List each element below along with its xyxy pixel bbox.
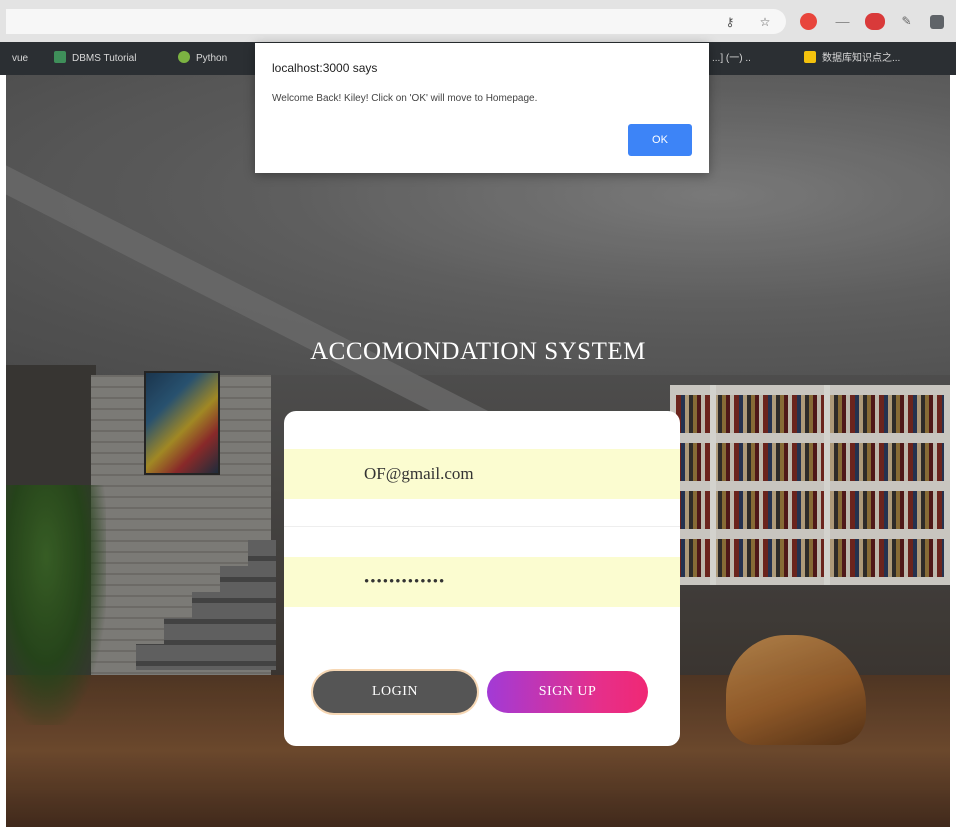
bookmark-label: ...] (一) .. (712, 53, 751, 64)
page-title: ACCOMONDATION SYSTEM (310, 338, 646, 365)
bookmark-vue[interactable]: vue (12, 51, 28, 67)
bookmark-database[interactable]: 数据库知识点之... (804, 51, 900, 67)
dialog-title: localhost:3000 says (272, 61, 378, 75)
bookmark-leaf-icon (178, 51, 190, 63)
bookmark-folder-icon (804, 51, 816, 63)
bookmark-article[interactable]: ...] (一) .. (712, 51, 751, 67)
dialog-message: Welcome Back! Kiley! Click on 'OK' will … (272, 93, 538, 104)
alert-dialog: localhost:3000 says Welcome Back! Kiley!… (255, 43, 709, 173)
divider (284, 526, 680, 527)
bookmark-label: DBMS Tutorial (72, 53, 137, 64)
key-icon[interactable]: ⚷ (720, 13, 740, 31)
extension-feather-icon[interactable]: ✎ (898, 13, 915, 30)
signup-button[interactable]: SIGN UP (487, 671, 648, 713)
login-card: LOGIN SIGN UP (284, 411, 680, 746)
bookmark-python[interactable]: Python (178, 51, 227, 67)
ok-button[interactable]: OK (628, 124, 692, 156)
bookmark-label: 数据库知识点之... (822, 53, 901, 64)
bookmark-page-icon (54, 51, 66, 63)
bookmark-label: Python (196, 53, 228, 64)
login-button[interactable]: LOGIN (313, 671, 477, 713)
password-field[interactable] (284, 557, 680, 607)
bookmark-label: vue (12, 53, 29, 64)
url-field[interactable] (6, 9, 786, 34)
star-icon[interactable]: ☆ (755, 13, 775, 31)
extension-dash-icon[interactable]: — (834, 13, 851, 30)
bookmark-dbms-tutorial[interactable]: DBMS Tutorial (54, 51, 136, 67)
extension-pill-icon[interactable] (865, 13, 885, 30)
browser-address-bar: ⚷ ☆ — ✎ (0, 0, 956, 42)
email-field[interactable] (284, 449, 680, 499)
extension-red-icon[interactable] (800, 13, 817, 30)
extension-square-icon[interactable] (930, 15, 944, 29)
